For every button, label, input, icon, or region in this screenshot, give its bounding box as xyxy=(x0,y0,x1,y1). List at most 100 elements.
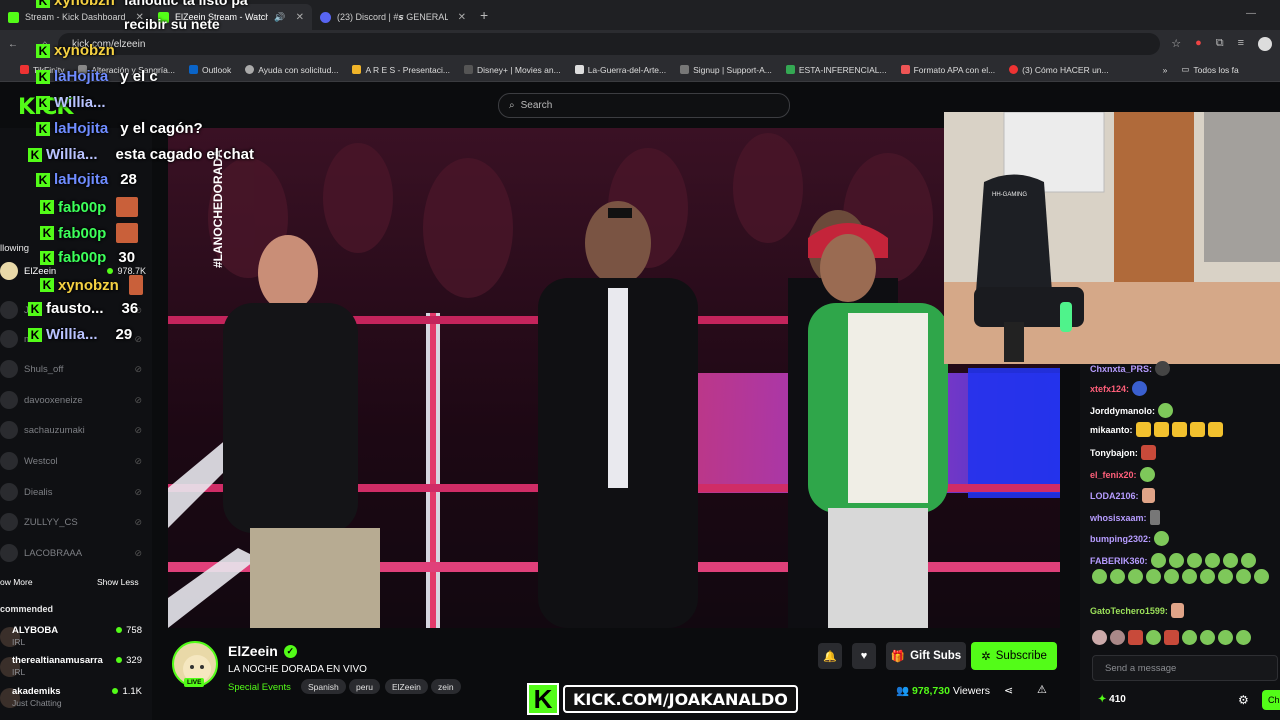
show-less-button[interactable]: Show Less xyxy=(97,577,139,587)
channel-name: Westcol xyxy=(24,455,58,467)
offline-icon: ⊘ xyxy=(134,547,142,558)
bookmark-item[interactable]: Alteración y Sangría... xyxy=(78,65,175,75)
bookmark-item[interactable]: Signup | Support-A... xyxy=(680,65,772,75)
channel-category: Just Chatting xyxy=(12,698,62,708)
verified-icon: ✓ xyxy=(283,644,297,658)
sidebar-channel[interactable]: ElZeein 978.7K xyxy=(0,259,152,283)
page-icon xyxy=(680,65,690,74)
video-player[interactable]: #LANOCHEDORADA xyxy=(168,128,1060,628)
star-icon: ✲ xyxy=(981,651,991,663)
puzzle-icon[interactable]: ⧉ xyxy=(1216,37,1224,51)
sidebar-channel[interactable]: sachauzumaki ⊘ xyxy=(0,418,152,442)
offline-icon: ⊘ xyxy=(134,304,142,315)
search-icon: ⌕ xyxy=(509,100,515,111)
emote-bar[interactable] xyxy=(1092,630,1251,645)
chat-username: GatoTechero1599: xyxy=(1090,605,1168,616)
sidebar-channel[interactable]: Shuls_off ⊘ xyxy=(0,357,152,381)
offline-icon: ⊘ xyxy=(134,486,142,497)
sidebar-channel[interactable]: Diealis ⊘ xyxy=(0,480,152,504)
bookmark-item[interactable]: Disney+ | Movies an... xyxy=(464,65,561,75)
bookmark-item[interactable]: La-Guerra-del-Arte... xyxy=(574,65,666,75)
emote-icon xyxy=(1164,569,1179,584)
tag-chip[interactable]: peru xyxy=(349,679,381,694)
speaker-icon[interactable]: 🔊 xyxy=(274,12,285,23)
subscribe-button[interactable]: ✲ Subscribe xyxy=(971,642,1057,670)
search-input[interactable]: ⌕ Search xyxy=(498,93,790,118)
chat-send-button[interactable]: Ch xyxy=(1262,690,1280,710)
emote-icon xyxy=(1092,569,1107,584)
new-tab-icon[interactable]: + xyxy=(480,7,488,23)
offline-icon: ⊘ xyxy=(134,424,142,435)
tag-chip[interactable]: zein xyxy=(431,679,461,694)
back-icon[interactable]: ← xyxy=(8,39,18,50)
sidebar-channel[interactable]: Jot ⊘ xyxy=(0,298,152,322)
sidebar-channel[interactable]: mi ⊘ xyxy=(0,327,152,351)
chat-username: mikaanto: xyxy=(1090,424,1133,435)
recommended-channel[interactable]: ALYBOBA IRL 758 xyxy=(0,625,152,653)
bookmark-item[interactable]: TikFinity xyxy=(20,65,64,75)
profile-avatar[interactable] xyxy=(1258,37,1272,51)
emote-icon xyxy=(1240,553,1256,568)
bookmark-item[interactable]: Outlook xyxy=(188,65,231,75)
stream-category-link[interactable]: Special Events xyxy=(228,682,291,693)
tab-elzeein-stream[interactable]: ElZeein Stream - Watch Live 🔊 ✕ xyxy=(150,4,312,30)
url-field[interactable]: kick.com/elzeein xyxy=(58,33,1160,55)
url-text: kick.com/elzeein xyxy=(72,38,146,50)
recommended-channel[interactable]: therealtianamusarra IRL 329 xyxy=(0,655,152,683)
notification-bell-button[interactable]: 🔔 xyxy=(818,643,842,669)
emote-icon xyxy=(1254,569,1269,584)
channel-name: akademiks xyxy=(12,686,61,697)
tab-kick-dashboard[interactable]: Stream - Kick Dashboard ✕ xyxy=(0,4,150,30)
chat-message-input[interactable]: Send a message xyxy=(1092,655,1278,681)
extension-icon[interactable]: ● xyxy=(1195,37,1202,51)
emote-icon xyxy=(1128,569,1143,584)
kick-logo[interactable]: KICK xyxy=(18,95,73,120)
hashtag-overlay: #LANOCHEDORADA xyxy=(211,149,225,268)
tab-discord[interactable]: (23) Discord | #𝙨 GENERAL | ⭐ ✕ xyxy=(312,4,474,30)
menu-icon[interactable]: ≡ xyxy=(1238,37,1244,51)
window-controls[interactable]: — xyxy=(1246,8,1270,19)
sidebar-channel[interactable]: Westcol ⊘ xyxy=(0,449,152,473)
all-bookmarks-folder[interactable]: ▭ Todos los fa xyxy=(1181,64,1238,75)
follow-button[interactable]: ♥ xyxy=(852,643,876,669)
avatar xyxy=(0,391,18,409)
points-icon: ✦ xyxy=(1098,694,1107,705)
star-icon[interactable]: ☆ xyxy=(1171,37,1181,51)
tag-chip[interactable]: Spanish xyxy=(301,679,346,694)
stream-title: LA NOCHE DORADA EN VIVO xyxy=(228,664,367,675)
home-icon[interactable]: ⌂ xyxy=(42,39,48,50)
gear-icon[interactable]: ⚙ xyxy=(1238,693,1249,707)
bookmark-item[interactable]: Formato APA con el... xyxy=(900,65,995,75)
recommended-channel[interactable]: akademiks Just Chatting 1.1K xyxy=(0,686,152,714)
left-sidebar: llowing ElZeein 978.7K Jot ⊘ mi ⊘ Shuls_of… xyxy=(0,128,152,720)
offline-icon: ⊘ xyxy=(134,394,142,405)
emote-icon xyxy=(1158,403,1174,418)
close-tab-icon[interactable]: ✕ xyxy=(458,12,466,23)
streamer-name[interactable]: ElZeein ✓ xyxy=(228,643,297,659)
sidebar-channel[interactable]: LACOBRAAA ⊘ xyxy=(0,541,152,565)
report-icon[interactable]: ⚠ xyxy=(1037,683,1047,696)
share-icon[interactable]: ⋖ xyxy=(1004,684,1013,697)
show-more-button[interactable]: ow More xyxy=(0,577,33,587)
tag-chip[interactable]: ElZeein xyxy=(385,679,428,694)
bookmark-item[interactable]: (3) Cómo HACER un... xyxy=(1009,65,1109,75)
bookmark-item[interactable]: Ayuda con solicitud... xyxy=(245,65,338,75)
chat-username: Jorddymanolo: xyxy=(1090,405,1156,416)
sidebar-channel[interactable]: ZULLYY_CS ⊘ xyxy=(0,510,152,534)
more-bookmarks-icon[interactable]: » xyxy=(1163,65,1168,75)
bookmark-item[interactable]: A R E S - Presentaci... xyxy=(352,65,450,75)
channel-name: Jot xyxy=(24,304,37,316)
sidebar-channel[interactable]: davooxeneize ⊘ xyxy=(0,388,152,412)
avatar xyxy=(0,452,18,470)
channel-points[interactable]: ✦ 410 xyxy=(1098,694,1126,705)
emote-icon xyxy=(1135,422,1151,437)
close-tab-icon[interactable]: ✕ xyxy=(136,12,144,23)
gift-subs-button[interactable]: 🎁 Gift Subs xyxy=(886,642,966,670)
close-tab-icon[interactable]: ✕ xyxy=(296,12,304,23)
offline-icon: ⊘ xyxy=(134,363,142,374)
chat-message: whosisxaam: xyxy=(1090,510,1160,525)
bookmark-item[interactable]: ESTA-INFERENCIAL... xyxy=(785,65,887,75)
page-icon xyxy=(900,65,910,74)
bookmark-label: Signup | Support-A... xyxy=(693,64,772,75)
chat-username: xtefx124: xyxy=(1090,383,1130,394)
